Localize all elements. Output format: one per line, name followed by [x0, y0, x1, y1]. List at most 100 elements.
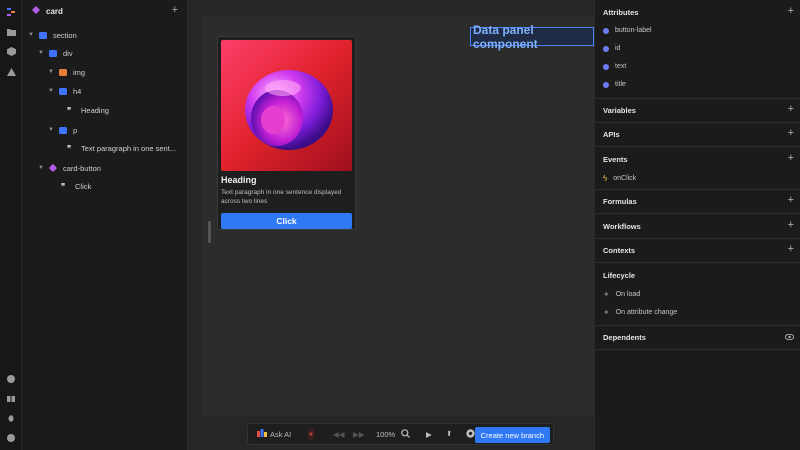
properties-panel: Attributes + button-label id text title … — [594, 0, 800, 450]
tree-node-img[interactable]: ▼ img — [48, 65, 85, 79]
lifecycle-item[interactable]: ✦ On load — [603, 290, 640, 299]
tree-node-section[interactable]: ▼ section — [28, 28, 77, 42]
tree-node-label: Heading — [81, 105, 109, 115]
folder-icon[interactable] — [6, 27, 16, 37]
palette-icon[interactable] — [6, 374, 16, 384]
tree-node-card-button[interactable]: ▼ card-button — [38, 161, 101, 175]
canvas-stage[interactable]: Heading Text paragraph in one sentence d… — [202, 16, 594, 416]
attribute-name: title — [615, 81, 626, 88]
tree-node-click-text[interactable]: ❞ Click — [58, 179, 91, 193]
eye-icon[interactable] — [784, 333, 795, 342]
attribute-dot-icon — [603, 27, 609, 34]
add-event-button[interactable]: + — [788, 152, 794, 164]
bug-icon[interactable] — [6, 413, 16, 423]
divider — [595, 146, 800, 147]
heading-tag-icon — [59, 87, 67, 95]
apis-heading: APIs — [603, 130, 620, 139]
paragraph-tag-icon — [59, 126, 67, 134]
attribute-name: button-label — [615, 27, 652, 34]
layers-panel: card + ▼ section ▼ div ▼ img ▼ h4 ❞ Head… — [22, 0, 197, 450]
tree-node-label: p — [73, 125, 78, 135]
resize-handle[interactable] — [208, 221, 211, 243]
event-item[interactable]: ϟ onClick — [603, 174, 636, 183]
sparkle-icon: ✦ — [603, 308, 610, 317]
zoom-icon[interactable] — [401, 429, 410, 440]
layers-header: card + — [22, 0, 188, 22]
record-icon[interactable] — [307, 428, 315, 442]
add-variable-button[interactable]: + — [788, 103, 794, 115]
card-image[interactable] — [221, 40, 352, 171]
section-icon — [39, 31, 47, 39]
lifecycle-heading: Lifecycle — [603, 271, 636, 280]
package-icon[interactable] — [6, 46, 16, 56]
attribute-item[interactable]: button-label — [603, 27, 652, 34]
chevron-down-icon[interactable]: ▼ — [48, 88, 56, 94]
card-heading: Heading — [221, 175, 257, 185]
ask-ai-button[interactable]: Ask AI — [270, 430, 291, 439]
attribute-item[interactable]: title — [603, 81, 626, 88]
card-paragraph: Text paragraph in one sentence displayed… — [221, 189, 342, 205]
tree-node-heading-text[interactable]: ❞ Heading — [64, 103, 109, 117]
divider — [595, 349, 800, 350]
logo-icon[interactable] — [6, 7, 16, 17]
text-quote-icon: ❞ — [67, 143, 72, 153]
attribute-name: text — [615, 63, 627, 70]
text-quote-icon: ❞ — [61, 181, 66, 191]
help-icon[interactable] — [6, 433, 16, 443]
play-icon[interactable]: ▶ — [426, 430, 432, 439]
divider — [595, 122, 800, 123]
lightning-icon: ϟ — [603, 174, 608, 183]
gift-icon[interactable] — [6, 393, 16, 403]
component-icon — [32, 6, 40, 16]
tree-node-label: card-button — [63, 163, 101, 173]
warning-icon[interactable] — [6, 67, 16, 77]
tree-node-label: img — [73, 67, 86, 77]
bottom-toolbar: Ask AI ◀◀ ▶▶ 100% ▶ ⬆ Create new branch — [247, 423, 554, 445]
attribute-item[interactable]: text — [603, 63, 626, 70]
events-heading: Events — [603, 155, 628, 164]
zoom-level[interactable]: 100% — [376, 430, 395, 439]
tree-node-label: section — [53, 30, 77, 40]
upload-icon[interactable]: ⬆ — [446, 429, 452, 438]
tree-node-p[interactable]: ▼ p — [48, 123, 77, 137]
card-component[interactable]: Heading Text paragraph in one sentence d… — [217, 36, 356, 230]
tree-node-label: Click — [75, 181, 92, 191]
tree-node-label: Text paragraph in one sent... — [81, 143, 177, 153]
dependents-heading: Dependents — [603, 333, 646, 342]
add-formula-button[interactable]: + — [788, 194, 794, 206]
divider — [595, 189, 800, 190]
add-attribute-button[interactable]: + — [788, 5, 794, 17]
tree-node-h4[interactable]: ▼ h4 — [48, 84, 81, 98]
add-workflow-button[interactable]: + — [788, 219, 794, 231]
canvas[interactable]: Heading Text paragraph in one sentence d… — [188, 0, 594, 450]
chevron-down-icon[interactable]: ▼ — [48, 127, 56, 133]
lifecycle-item[interactable]: ✦ On attribute change — [603, 308, 677, 317]
create-branch-button[interactable]: Create new branch — [474, 427, 550, 443]
attribute-item[interactable]: id — [603, 45, 620, 52]
component-name-label[interactable]: Data panel component — [470, 23, 594, 51]
undo-icon[interactable]: ◀◀ — [333, 430, 345, 439]
chevron-down-icon[interactable]: ▼ — [38, 50, 46, 56]
tree-node-div[interactable]: ▼ div — [38, 46, 73, 60]
add-api-button[interactable]: + — [788, 127, 794, 139]
attributes-heading: Attributes — [603, 8, 639, 17]
workflows-heading: Workflows — [603, 222, 641, 231]
tree-node-paragraph-text[interactable]: ❞ Text paragraph in one sent... — [64, 141, 176, 155]
divider — [595, 325, 800, 326]
icon-rail — [0, 0, 22, 450]
attribute-dot-icon — [603, 81, 609, 88]
card-click-button[interactable]: Click — [221, 213, 352, 229]
chevron-down-icon[interactable]: ▼ — [48, 69, 56, 75]
redo-icon[interactable]: ▶▶ — [353, 430, 365, 439]
sparkle-icon: ✦ — [603, 290, 610, 299]
lifecycle-name: On load — [615, 291, 641, 298]
divider — [595, 98, 800, 99]
add-context-button[interactable]: + — [788, 243, 794, 255]
div-icon — [49, 49, 57, 57]
formulas-heading: Formulas — [603, 197, 637, 206]
chevron-down-icon[interactable]: ▼ — [28, 32, 36, 38]
help-circle-icon[interactable] — [466, 429, 475, 440]
add-layer-button[interactable]: + — [172, 4, 178, 16]
image-icon — [59, 68, 67, 76]
chevron-down-icon[interactable]: ▼ — [38, 165, 46, 171]
